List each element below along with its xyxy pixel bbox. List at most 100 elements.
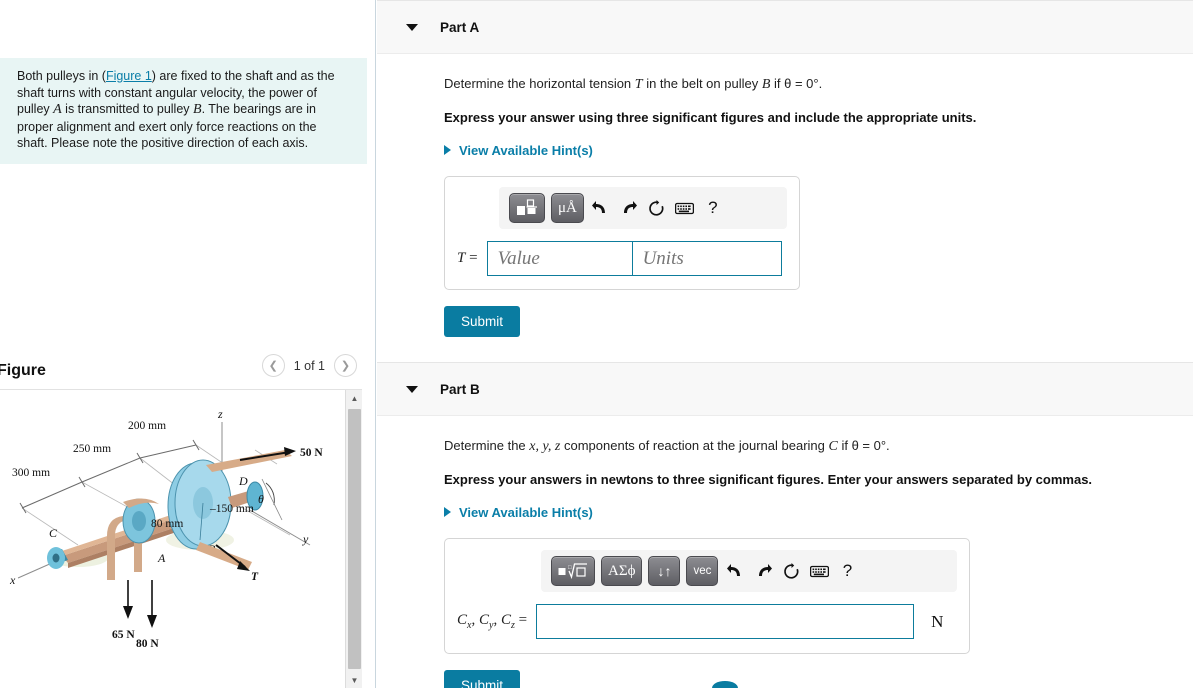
part-a-hints-toggle[interactable]: View Available Hint(s)	[444, 143, 593, 158]
part-b-instruction: Express your answers in newtons to three…	[444, 472, 1093, 487]
page-bottom-indicator	[712, 681, 738, 688]
svg-text:50 N: 50 N	[300, 447, 323, 459]
svg-text:65 N: 65 N	[112, 629, 135, 641]
part-b-question-mid: components of reaction at the journal be…	[560, 438, 829, 453]
figure-panel-title: Figure	[0, 362, 46, 379]
figure-1-link[interactable]: Figure 1	[106, 69, 152, 83]
part-b-header[interactable]: Part B	[377, 362, 1193, 416]
part-a-value-input[interactable]	[486, 241, 633, 276]
part-b-answer-row: Cx, Cy, Cz = N	[457, 604, 957, 639]
part-a-body: Determine the horizontal tension T in th…	[377, 54, 1193, 337]
part-b-math-toolbar: □ ΑΣϕ ↓↑ vec ?	[541, 550, 957, 592]
part-a-units-input[interactable]	[631, 241, 782, 276]
keyboard-button[interactable]	[674, 195, 696, 221]
undo-button[interactable]	[590, 195, 612, 221]
figure-viewport: z x y C A D θ 50 N T 65 N 80 N 300 mm 25…	[0, 389, 362, 688]
template-button[interactable]: □	[551, 556, 595, 586]
part-b-hints-label: View Available Hint(s)	[459, 504, 593, 520]
chevron-right-icon[interactable]: ❯	[334, 354, 357, 377]
svg-text:z: z	[217, 407, 223, 421]
part-b-label: Part B	[440, 381, 480, 397]
part-a-header[interactable]: Part A	[377, 0, 1193, 54]
reset-button[interactable]	[646, 195, 668, 221]
svg-text:y: y	[302, 532, 309, 546]
svg-text:□: □	[568, 565, 572, 571]
svg-text:θ: θ	[258, 492, 264, 506]
figure-page-count: 1 of 1	[293, 358, 325, 373]
keyboard-icon	[675, 202, 695, 214]
part-a-submit-button[interactable]: Submit	[444, 306, 521, 337]
problem-statement: Both pulleys in (Figure 1) are fixed to …	[0, 58, 367, 164]
root-template-icon: □	[558, 563, 587, 580]
problem-text-body-2: is transmitted to pulley	[61, 102, 194, 116]
triangle-right-icon	[444, 507, 451, 517]
part-a-answer-row: T =	[457, 241, 787, 276]
svg-text:x: x	[9, 573, 16, 587]
chevron-left-icon[interactable]: ❮	[261, 354, 285, 377]
part-a-hints-label: View Available Hint(s)	[459, 142, 593, 158]
figure-scrollbar[interactable]: ▲ ▼	[345, 390, 362, 688]
scrollbar-thumb[interactable]	[348, 409, 361, 669]
svg-text:T: T	[251, 571, 259, 583]
fraction-glyph	[517, 199, 537, 215]
help-button[interactable]: ?	[702, 195, 724, 221]
part-a-answer-box: μÅ ? T = Value Units	[444, 176, 800, 290]
right-panel: Part A Determine the horizontal tension …	[377, 0, 1193, 688]
part-a-instruction: Express your answer using three signific…	[444, 110, 977, 125]
redo-button[interactable]	[752, 558, 774, 584]
variable-b: B	[193, 102, 202, 117]
part-b-unit-suffix: N	[931, 611, 944, 631]
svg-text:D: D	[238, 474, 248, 488]
svg-text:300 mm: 300 mm	[12, 467, 50, 479]
keyboard-button[interactable]	[808, 558, 830, 584]
undo-icon	[592, 200, 606, 213]
reset-circular-arrow-icon	[784, 562, 799, 579]
svg-text:A: A	[157, 551, 166, 565]
part-b-var-c: C	[828, 439, 838, 454]
caret-down-icon[interactable]	[406, 385, 418, 393]
part-b-hints-toggle[interactable]: View Available Hint(s)	[444, 505, 593, 520]
undo-button[interactable]	[724, 558, 746, 584]
page-root: Both pulleys in (Figure 1) are fixed to …	[0, 0, 1193, 688]
variable-a: A	[53, 102, 62, 117]
redo-button[interactable]	[618, 195, 640, 221]
part-b-question-pre: Determine the	[444, 438, 530, 453]
part-a-question-mid: in the belt on pulley	[642, 76, 762, 91]
redo-icon	[624, 200, 638, 213]
redo-icon	[758, 563, 772, 576]
svg-text:80 N: 80 N	[136, 638, 159, 650]
part-b-vars: x, y, z	[529, 439, 561, 454]
greek-button[interactable]: ΑΣϕ	[601, 556, 643, 586]
arrows-button[interactable]: ↓↑	[648, 556, 681, 586]
reset-circular-arrow-icon	[649, 199, 664, 216]
part-a-question-cond: if θ = 0°.	[770, 76, 823, 91]
undo-icon	[726, 563, 740, 576]
part-b-submit-button[interactable]: Submit	[444, 670, 521, 688]
help-button[interactable]: ?	[836, 558, 858, 584]
part-a-answer-label: T =	[457, 250, 478, 266]
part-b-question-cond: if θ = 0°.	[837, 438, 890, 453]
part-b-answer-label: Cx, Cy, Cz =	[457, 612, 528, 631]
scroll-up-arrow[interactable]: ▲	[346, 390, 362, 407]
reset-button[interactable]	[780, 558, 802, 584]
units-button[interactable]: μÅ	[551, 193, 584, 223]
left-panel: Both pulleys in (Figure 1) are fixed to …	[0, 0, 376, 688]
part-b-answer-box: □ ΑΣϕ ↓↑ vec ? Cx, Cy, Cz = N	[444, 538, 970, 654]
keyboard-icon	[809, 565, 829, 577]
part-a-label: Part A	[440, 19, 480, 35]
part-b-answer-input[interactable]	[536, 604, 915, 639]
svg-text:–150 mm: –150 mm	[209, 503, 254, 515]
part-a-question: Determine the horizontal tension T in th…	[444, 76, 1193, 93]
svg-text:250 mm: 250 mm	[73, 443, 111, 455]
triangle-right-icon	[444, 145, 451, 155]
pulley-shaft-diagram: z x y C A D θ 50 N T 65 N 80 N 300 mm 25…	[9, 407, 323, 650]
caret-down-icon[interactable]	[406, 23, 418, 31]
scroll-down-arrow[interactable]: ▼	[346, 672, 362, 688]
svg-text:200 mm: 200 mm	[128, 420, 166, 432]
part-b-body: Determine the x, y, z components of reac…	[377, 416, 1193, 688]
part-a-var-t: T	[634, 77, 643, 92]
template-button[interactable]	[509, 193, 545, 223]
part-a-question-pre: Determine the horizontal tension	[444, 76, 635, 91]
part-a-math-toolbar: μÅ ?	[499, 187, 787, 229]
vector-button[interactable]: vec	[686, 556, 719, 586]
